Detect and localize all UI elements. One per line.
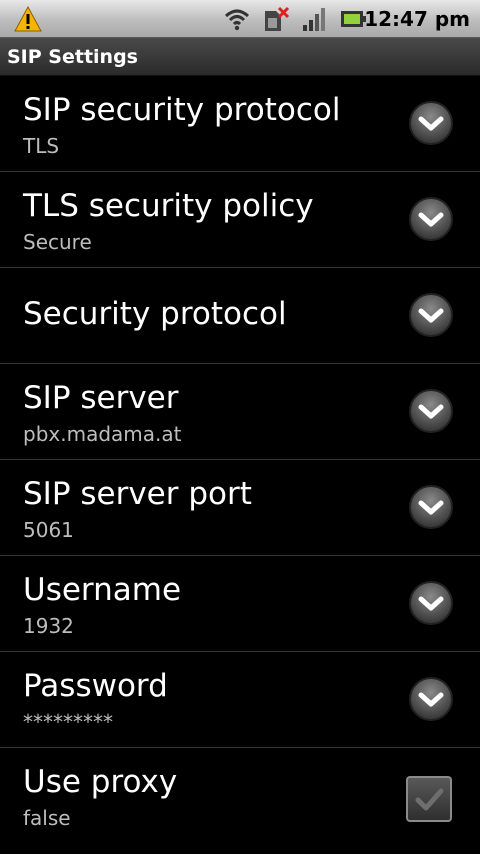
chevron-down-icon[interactable] — [408, 388, 454, 434]
setting-label: Security protocol — [23, 296, 287, 332]
setting-value: false — [23, 806, 71, 830]
warning-icon — [14, 6, 42, 32]
setting-tls-security-policy[interactable]: TLS security policy Secure — [0, 172, 480, 268]
setting-password[interactable]: Password ********* — [0, 652, 480, 748]
setting-value: Secure — [23, 230, 92, 254]
setting-label: SIP server port — [23, 476, 252, 512]
setting-value: 1932 — [23, 614, 74, 638]
setting-username[interactable]: Username 1932 — [0, 556, 480, 652]
setting-value: 5061 — [23, 518, 74, 542]
setting-security-protocol[interactable]: Security protocol — [0, 268, 480, 364]
chevron-down-icon[interactable] — [408, 196, 454, 242]
setting-label: Password — [23, 668, 168, 704]
page-title: SIP Settings — [7, 46, 138, 68]
setting-label: Use proxy — [23, 764, 178, 800]
setting-label: Username — [23, 572, 182, 608]
setting-label: SIP server — [23, 380, 179, 416]
setting-value: pbx.madama.at — [23, 422, 182, 446]
battery-icon — [341, 11, 366, 27]
use-proxy-checkbox[interactable] — [406, 776, 452, 822]
chevron-down-icon[interactable] — [408, 100, 454, 146]
status-bar: 12:47 pm — [0, 0, 480, 38]
setting-label: TLS security policy — [23, 188, 314, 224]
setting-sip-server[interactable]: SIP server pbx.madama.at — [0, 364, 480, 460]
wifi-icon — [224, 9, 250, 31]
setting-value: TLS — [23, 134, 60, 158]
setting-use-proxy[interactable]: Use proxy false — [0, 748, 480, 844]
settings-list: SIP security protocol TLS TLS security p… — [0, 76, 480, 844]
chevron-down-icon[interactable] — [408, 484, 454, 530]
setting-sip-server-port[interactable]: SIP server port 5061 — [0, 460, 480, 556]
setting-sip-security-protocol[interactable]: SIP security protocol TLS — [0, 76, 480, 172]
chevron-down-icon[interactable] — [408, 676, 454, 722]
title-bar: SIP Settings — [0, 38, 480, 76]
chevron-down-icon[interactable] — [408, 580, 454, 626]
sim-error-icon — [265, 6, 290, 31]
chevron-down-icon[interactable] — [408, 292, 454, 338]
signal-icon — [303, 8, 325, 31]
status-clock: 12:47 pm — [364, 7, 470, 31]
setting-label: SIP security protocol — [23, 92, 341, 128]
setting-value: ********* — [23, 710, 113, 734]
